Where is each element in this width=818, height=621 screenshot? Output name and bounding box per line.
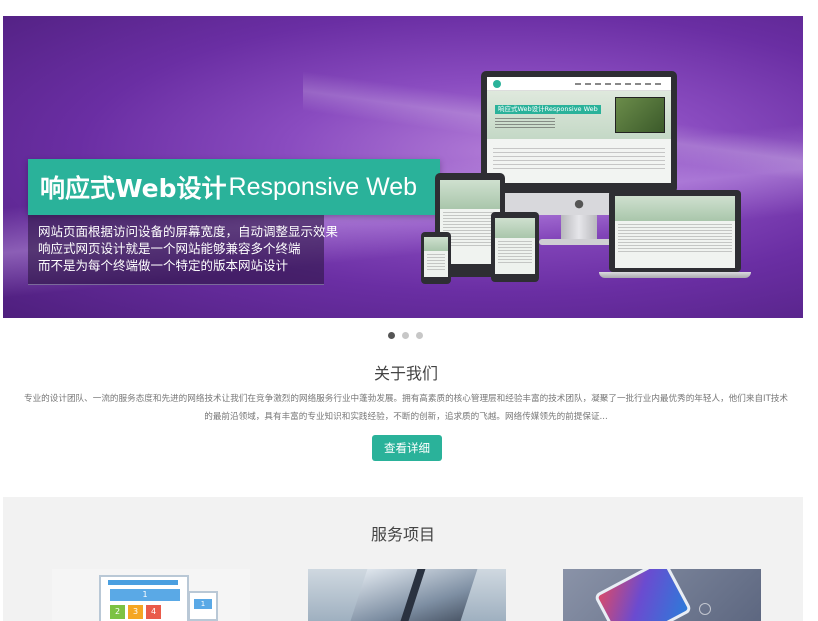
banner-headline-light: Responsive Web: [228, 172, 418, 201]
about-section-text: 专业的设计团队、一流的服务态度和先进的网络技术让我们在竞争激烈的网络服务行业中蓬…: [23, 394, 789, 422]
phone-photo: [593, 569, 693, 621]
layout-block-label: 2: [110, 605, 125, 619]
layout-bar: [108, 580, 178, 585]
carousel-dot[interactable]: [416, 332, 423, 339]
services-section-title: 服务项目: [370, 525, 435, 544]
desktop-screen: 响应式Web设计Responsive Web: [487, 77, 671, 183]
tablet-small-screen: [495, 218, 535, 274]
service-card-mobile[interactable]: [563, 569, 761, 621]
layout-block-label: 1: [110, 589, 180, 601]
banner-slide[interactable]: 响应式Web设计 Responsive Web 网站页面根据访问设备的屏幕宽度，…: [3, 16, 803, 318]
banner-description-line: 网站页面根据访问设备的屏幕宽度，自动调整显示效果: [38, 224, 339, 239]
laptop-screen: [615, 196, 735, 268]
carousel-indicators: [388, 332, 423, 339]
layout-block-label: 3: [128, 605, 143, 619]
service-card-layout[interactable]: 1 2 3 4 1: [52, 569, 250, 621]
banner-headline-box: 响应式Web设计 Responsive Web: [28, 159, 440, 215]
desktop-stand: [561, 215, 597, 241]
banner-description: 网站页面根据访问设备的屏幕宽度，自动调整显示效果 响应式网页设计就是一个网站能够…: [28, 215, 339, 285]
phone-screen: [424, 237, 448, 277]
banner-description-line: 而不是为每个终端做一个特定的版本网站设计: [38, 258, 289, 273]
ring-icon: [699, 603, 711, 615]
laptop-base: [599, 272, 751, 278]
service-card-laptop[interactable]: [308, 569, 506, 621]
view-details-button[interactable]: 查看详细: [372, 435, 442, 461]
about-section-title: 关于我们: [373, 364, 438, 383]
layout-block-label: 4: [146, 605, 161, 619]
services-section: 服务项目 1 2 3 4 1: [3, 497, 803, 621]
banner-headline-bold: 响应式Web设计: [40, 174, 227, 203]
apple-logo-icon: ●: [574, 197, 584, 210]
carousel-dot[interactable]: [388, 332, 395, 339]
page: 响应式Web设计 Responsive Web 网站页面根据访问设备的屏幕宽度，…: [0, 0, 818, 621]
responsive-devices-illustration: 响应式Web设计Responsive Web ●: [413, 66, 753, 286]
desktop-stand-foot: [539, 239, 619, 245]
layout-block-label: 1: [194, 599, 212, 609]
device-screen-tag: 响应式Web设计Responsive Web: [495, 105, 601, 114]
carousel-dot[interactable]: [402, 332, 409, 339]
banner-description-line: 响应式网页设计就是一个网站能够兼容多个终端: [38, 241, 301, 256]
